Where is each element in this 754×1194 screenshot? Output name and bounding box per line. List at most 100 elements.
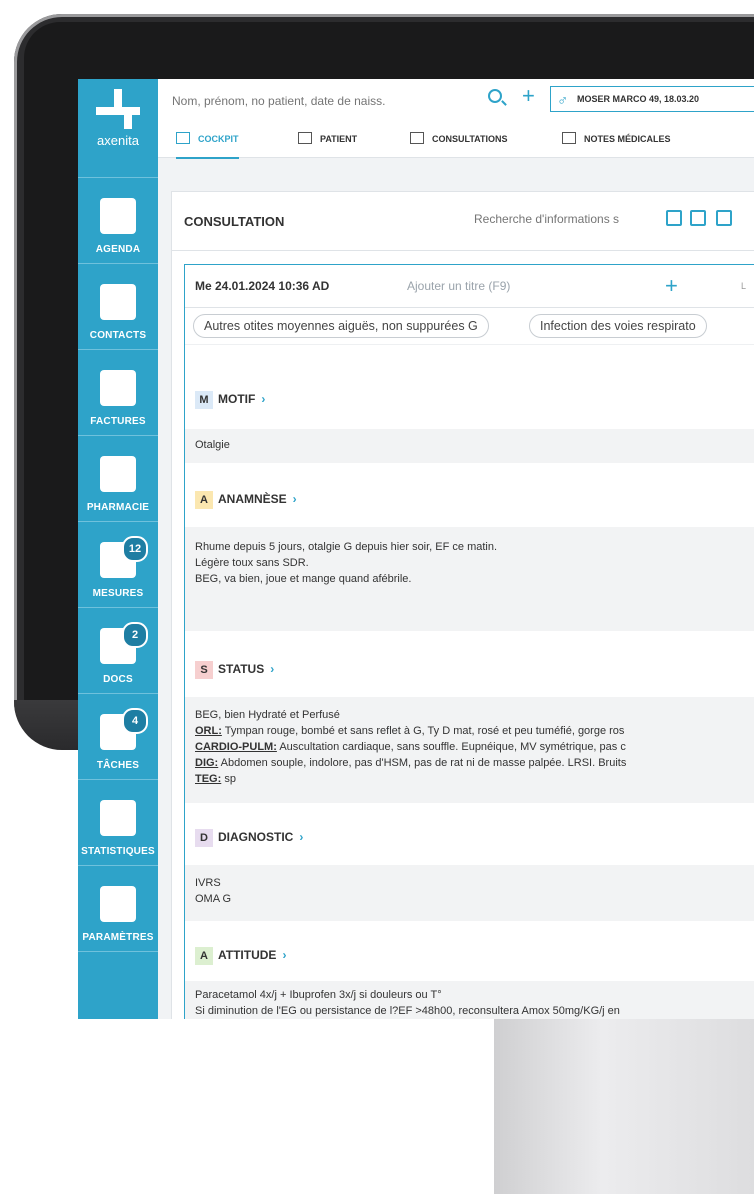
dig-text: Abdomen souple, indolore, pas d'HSM, pas… — [218, 757, 627, 769]
notes-icon — [562, 132, 576, 144]
info-search-input[interactable] — [472, 211, 656, 227]
sidebar-item-pharmacie[interactable]: PHARMACIE — [78, 436, 158, 522]
teg-label: TEG: — [195, 773, 222, 785]
sidebar-item-factures[interactable]: FACTURES — [78, 350, 158, 436]
patient-card-icon — [298, 132, 312, 144]
sidebar-item-docs[interactable]: 2 DOCS — [78, 608, 158, 694]
contact-card-icon — [100, 284, 136, 320]
text-line: BEG, va bien, joue et mange quand afébri… — [195, 573, 412, 585]
tab-label: NOTES MÉDICALES — [584, 134, 671, 144]
section-letter-badge: A — [195, 491, 213, 509]
diagnosis-chip[interactable]: Infection des voies respirato — [529, 314, 707, 338]
dig-label: DIG: — [195, 757, 219, 769]
consultation-file-icon — [410, 132, 424, 144]
section-motif-body[interactable]: Otalgie — [185, 429, 754, 463]
text-line: TEG: sp — [195, 771, 746, 787]
top-bar: + ♂ MOSER MARCO 49, 18.03.20 — [158, 79, 754, 122]
app-logo[interactable]: axenita — [78, 89, 158, 178]
sidebar: axenita AGENDA CONTACTS FACTURES PHARMACIE 1… — [78, 79, 158, 1019]
section-label: DIAGNOSTIC — [218, 830, 294, 844]
section-attitude-title[interactable]: A ATTITUDE › — [195, 945, 286, 965]
cardio-label: CARDIO-PULM: — [195, 741, 277, 753]
count-badge: 12 — [122, 536, 148, 562]
cardio-text: Auscultation cardiaque, sans souffle. Eu… — [276, 741, 626, 753]
tab-patient[interactable]: PATIENT — [298, 121, 357, 157]
external-link-icon[interactable] — [716, 210, 732, 226]
section-anamnese-title[interactable]: A ANAMNÈSE › — [195, 489, 297, 509]
cross-icon — [100, 456, 136, 492]
chevron-right-icon: › — [299, 830, 304, 844]
search-icon[interactable] — [488, 89, 502, 103]
consultation-panel: CONSULTATION Me 24.01.2024 10:36 AD Ajou… — [171, 191, 754, 1019]
add-patient-plus-icon[interactable]: + — [522, 85, 535, 107]
orl-label: ORL: — [195, 725, 222, 737]
text-line: Si diminution de l'EG ou persistance de … — [195, 1005, 620, 1017]
calendar-icon — [100, 198, 136, 234]
sidebar-item-statistiques[interactable]: STATISTIQUES — [78, 780, 158, 866]
count-badge: 2 — [122, 622, 148, 648]
text-line: DIG: Abdomen souple, indolore, pas d'HSM… — [195, 755, 746, 771]
section-label: ANAMNÈSE — [218, 492, 287, 506]
axenita-logo-icon — [96, 89, 140, 129]
orl-text: Tympan rouge, bombé et sans reflet à G, … — [221, 725, 625, 737]
tab-cockpit[interactable]: COCKPIT — [176, 121, 239, 159]
text-line: OMA G — [195, 893, 232, 905]
sidebar-item-label: DOCS — [103, 674, 133, 685]
count-badge: 4 — [122, 708, 148, 734]
coins-icon — [100, 370, 136, 406]
chevron-right-icon: › — [261, 392, 266, 406]
text-line: Légère toux sans SDR. — [195, 557, 309, 569]
diagnosis-chip[interactable]: Autres otites moyennes aiguës, non suppu… — [193, 314, 489, 338]
tab-consultations[interactable]: CONSULTATIONS — [410, 121, 508, 157]
section-letter-badge: S — [195, 661, 213, 679]
sidebar-item-tâches[interactable]: 4 TÂCHES — [78, 694, 158, 780]
book-icon[interactable] — [666, 210, 682, 226]
app-screen: axenita AGENDA CONTACTS FACTURES PHARMACIE 1… — [78, 79, 754, 1019]
sidebar-item-label: PHARMACIE — [86, 502, 150, 513]
sidebar-item-paramètres[interactable]: PARAMÈTRES — [78, 866, 158, 952]
text-line: CARDIO-PULM: Auscultation cardiaque, san… — [195, 739, 746, 755]
text-line: Paracetamol 4x/j + Ibuprofen 3x/j si dou… — [195, 989, 442, 1001]
sidebar-item-label: TÂCHES — [96, 760, 140, 771]
section-diagnostic-title[interactable]: D DIAGNOSTIC › — [195, 827, 303, 847]
print-icon[interactable] — [690, 210, 706, 226]
male-icon: ♂ — [557, 92, 569, 109]
chevron-right-icon: › — [270, 662, 275, 676]
section-diagnostic-body[interactable]: IVRS OMA G — [185, 865, 754, 921]
logo-text: axenita — [97, 133, 139, 148]
sidebar-item-label: AGENDA — [95, 244, 141, 255]
teg-text: sp — [221, 773, 236, 785]
panel-title: CONSULTATION — [184, 214, 285, 229]
section-letter-badge: A — [195, 947, 213, 965]
sidebar-item-agenda[interactable]: AGENDA — [78, 178, 158, 264]
chevron-right-icon: › — [292, 492, 297, 506]
tab-bar: COCKPIT PATIENT CONSULTATIONS NOTES MÉDI… — [158, 121, 754, 159]
consultation-entry: Me 24.01.2024 10:36 AD Ajouter un titre … — [184, 264, 754, 1019]
text-line: Otalgie — [195, 439, 230, 451]
text-line: IVRS — [195, 877, 221, 889]
current-patient-button[interactable]: ♂ MOSER MARCO 49, 18.03.20 — [550, 86, 754, 112]
gear-icon — [100, 886, 136, 922]
section-status-body[interactable]: BEG, bien Hydraté et Perfusé ORL: Tympan… — [185, 697, 754, 803]
text-line: ORL: Tympan rouge, bombé et sans reflet … — [195, 723, 746, 739]
add-title-field[interactable]: Ajouter un titre (F9) — [407, 279, 510, 293]
sidebar-item-contacts[interactable]: CONTACTS — [78, 264, 158, 350]
section-attitude-body[interactable]: Paracetamol 4x/j + Ibuprofen 3x/j si dou… — [185, 981, 754, 1019]
patient-search-input[interactable] — [170, 89, 474, 113]
sidebar-item-mesures[interactable]: 12 MESURES — [78, 522, 158, 608]
section-label: MOTIF — [218, 392, 256, 406]
panel-header: CONSULTATION — [172, 192, 754, 251]
sidebar-item-label: MESURES — [92, 588, 144, 599]
text-line: BEG, bien Hydraté et Perfusé — [195, 709, 340, 721]
add-title-plus-icon[interactable]: + — [665, 273, 678, 299]
section-status-title[interactable]: S STATUS › — [195, 659, 274, 679]
tab-notes-medicales[interactable]: NOTES MÉDICALES — [562, 121, 671, 157]
section-anamnese-body[interactable]: Rhume depuis 5 jours, otalgie G depuis h… — [185, 527, 754, 631]
diagnosis-chips: Autres otites moyennes aiguës, non suppu… — [185, 308, 754, 345]
sidebar-item-label: PARAMÈTRES — [82, 932, 154, 943]
section-letter-badge: D — [195, 829, 213, 847]
section-motif-title[interactable]: M MOTIF › — [195, 389, 265, 409]
pie-chart-icon — [100, 800, 136, 836]
sidebar-item-label: FACTURES — [90, 416, 146, 427]
section-label: STATUS — [218, 662, 265, 676]
